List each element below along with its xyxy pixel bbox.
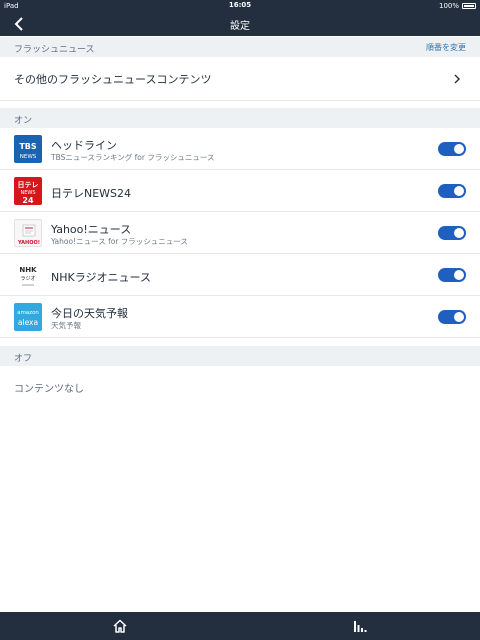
ntv-logo-graphic: 日テレ NEWS 24 xyxy=(18,181,39,205)
reorder-button[interactable]: 順番を変更 xyxy=(426,42,466,53)
tab-home[interactable] xyxy=(111,617,129,635)
section-label-flash: フラッシュニュース xyxy=(14,45,95,55)
page-title: 設定 xyxy=(230,21,250,32)
section-header-off: オフ xyxy=(0,346,480,366)
svg-text:YAHOO!: YAHOO! xyxy=(17,240,40,246)
item-name: 日テレNEWS24 xyxy=(51,187,132,200)
list-item-weather[interactable]: amazon alexa 今日の天気予報 天気予報 xyxy=(0,296,480,338)
toggle-knob xyxy=(454,312,464,322)
tab-bar xyxy=(0,612,480,640)
svg-text:alexa: alexa xyxy=(18,318,38,327)
enable-toggle[interactable] xyxy=(438,226,466,240)
chevron-right-icon xyxy=(454,74,460,84)
list-item-headline[interactable]: TBS NEWS ヘッドライン TBSニュースランキング for フラッシュニュ… xyxy=(0,128,480,170)
home-icon xyxy=(113,619,127,633)
nhk-radio-logo: NHK ラジオ xyxy=(14,261,42,289)
status-time: 16:05 xyxy=(228,1,252,9)
svg-text:NHK: NHK xyxy=(19,266,37,274)
section-label-on: オン xyxy=(14,116,33,126)
tbs-news-logo: TBS NEWS xyxy=(14,135,42,163)
nav-bar: 設定 xyxy=(0,12,480,36)
enable-toggle[interactable] xyxy=(438,184,466,198)
toggle-knob xyxy=(454,186,464,196)
item-subtitle: Yahoo!ニュース for フラッシュニュース xyxy=(51,237,188,246)
battery-percent: 100% xyxy=(438,2,459,10)
item-name: ヘッドライン xyxy=(51,139,117,152)
list-item-yahoo-news[interactable]: YAHOO! Yahoo!ニュース Yahoo!ニュース for フラッシュニュ… xyxy=(0,212,480,254)
svg-text:NEWS: NEWS xyxy=(20,154,37,160)
tbs-logo-graphic: TBS NEWS xyxy=(19,142,37,160)
toggle-knob xyxy=(454,144,464,154)
item-subtitle: TBSニュースランキング for フラッシュニュース xyxy=(51,153,215,162)
toggle-knob xyxy=(454,228,464,238)
tab-equalizer[interactable] xyxy=(351,617,369,635)
item-name: NHKラジオニュース xyxy=(51,271,151,284)
nhk-logo-graphic: NHK ラジオ xyxy=(19,266,37,286)
toggle-knob xyxy=(454,270,464,280)
battery-icon xyxy=(462,3,476,9)
amazon-alexa-logo: amazon alexa xyxy=(14,303,42,331)
empty-content-text: コンテンツなし xyxy=(14,384,84,395)
other-content-row[interactable]: その他のフラッシュニュースコンテンツ xyxy=(0,57,480,101)
section-label-off: オフ xyxy=(14,354,33,364)
item-name: 今日の天気予報 xyxy=(51,307,128,320)
enable-toggle[interactable] xyxy=(438,268,466,282)
svg-text:ラジオ: ラジオ xyxy=(21,276,36,282)
enable-toggle[interactable] xyxy=(438,310,466,324)
enable-toggle[interactable] xyxy=(438,142,466,156)
list-item-nhk-radio-news[interactable]: NHK ラジオ NHKラジオニュース xyxy=(0,254,480,296)
ntv-news24-logo: 日テレ NEWS 24 xyxy=(14,177,42,205)
svg-text:amazon: amazon xyxy=(17,310,39,316)
yahoo-news-logo: YAHOO! xyxy=(14,219,42,247)
item-subtitle: 天気予報 xyxy=(51,321,81,330)
equalizer-icon xyxy=(354,621,367,632)
svg-text:日テレ: 日テレ xyxy=(18,181,39,189)
status-right: 100% xyxy=(439,2,476,10)
section-header-flash: フラッシュニュース 順番を変更 xyxy=(0,37,480,57)
yahoo-logo-graphic: YAHOO! xyxy=(17,224,40,246)
alexa-logo-graphic: amazon alexa xyxy=(17,310,39,327)
other-content-label: その他のフラッシュニュースコンテンツ xyxy=(14,73,212,86)
section-header-on: オン xyxy=(0,108,480,128)
item-name: Yahoo!ニュース xyxy=(51,223,132,236)
status-bar: iPad 16:05 100% xyxy=(0,0,480,12)
list-item-ntv-news24[interactable]: 日テレ NEWS 24 日テレNEWS24 xyxy=(0,170,480,212)
svg-text:TBS: TBS xyxy=(19,142,37,151)
svg-text:24: 24 xyxy=(22,196,34,205)
